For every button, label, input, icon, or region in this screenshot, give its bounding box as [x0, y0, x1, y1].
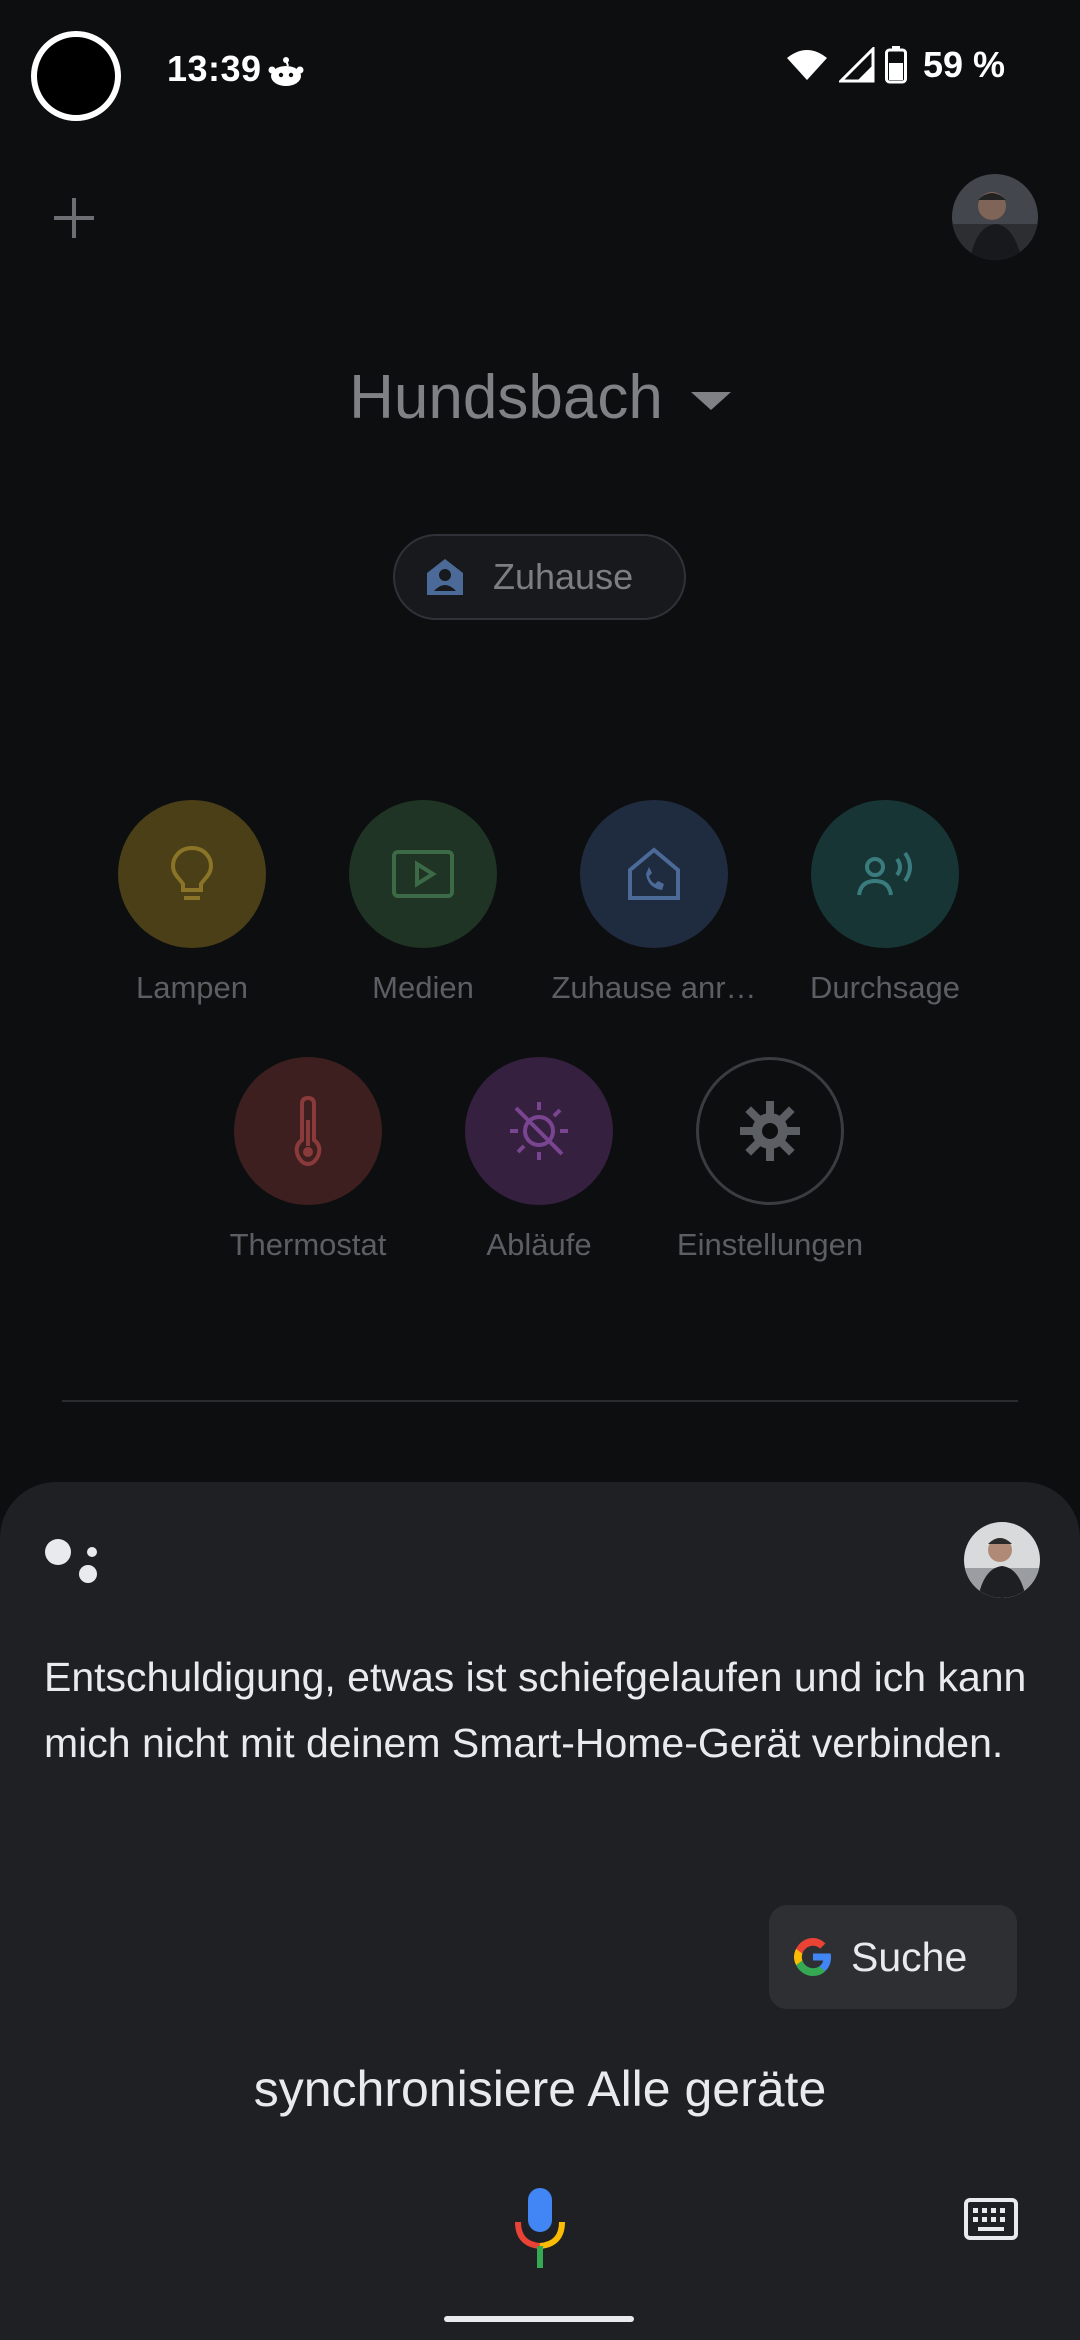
keyboard-icon[interactable] [964, 2198, 1018, 2240]
dropdown-caret-icon [690, 391, 731, 410]
thermometer-icon [294, 1096, 322, 1166]
google-g-icon [794, 1938, 831, 1976]
home-selector[interactable]: Hundsbach [0, 362, 1080, 433]
tile-label: Lampen [135, 970, 249, 1005]
gear-icon [740, 1101, 800, 1161]
tile-lampen[interactable]: Lampen [77, 800, 307, 1006]
lightbulb-icon [170, 845, 214, 900]
tile-circle [465, 1057, 613, 1205]
tile-zuhause-anrufen[interactable]: Zuhause anr… [539, 800, 769, 1006]
home-status-chip[interactable]: Zuhause [393, 534, 686, 620]
tile-label: Durchsage [810, 970, 960, 1005]
account-avatar[interactable] [952, 174, 1038, 260]
tile-circle [118, 800, 266, 948]
tile-einstellungen[interactable]: Einstellungen [655, 1057, 885, 1263]
microphone-icon[interactable] [514, 2186, 566, 2272]
tile-medien[interactable]: Medien [308, 800, 538, 1006]
status-time: 13:39 [167, 48, 262, 89]
battery-icon [884, 46, 907, 84]
reddit-notification-icon [268, 57, 304, 86]
battery-percentage: 59 % [922, 44, 1005, 85]
gesture-home-indicator[interactable] [444, 2316, 634, 2322]
add-icon[interactable] [46, 190, 102, 246]
tile-label: Einstellungen [676, 1227, 864, 1262]
tile-label: Thermostat [229, 1227, 387, 1262]
divider [62, 1400, 1018, 1402]
tile-durchsage[interactable]: Durchsage [770, 800, 1000, 1006]
search-chip-label: Suche [851, 1933, 968, 1980]
google-assistant-icon [45, 1539, 97, 1583]
tile-label: Medien [372, 970, 474, 1005]
home-person-icon [427, 559, 463, 595]
home-status-chip-label: Zuhause [493, 556, 634, 597]
broadcast-icon [857, 851, 912, 896]
tile-circle [349, 800, 497, 948]
assistant-response-text: Entschuldigung, etwas ist schiefgelaufen… [44, 1654, 1027, 1766]
assistant-account-avatar[interactable] [964, 1522, 1040, 1598]
tile-label: Abläufe [486, 1227, 592, 1262]
wifi-icon [786, 50, 827, 80]
status-right-group: 59 % [785, 44, 1005, 86]
tile-ablaeufe[interactable]: Abläufe [424, 1057, 654, 1263]
cellular-signal-icon [838, 47, 875, 83]
tile-thermostat[interactable]: Thermostat [193, 1057, 423, 1263]
routines-icon [510, 1102, 568, 1160]
camera-cutout [31, 31, 121, 121]
media-play-icon [392, 850, 454, 898]
search-chip[interactable]: Suche [769, 1905, 1017, 2009]
status-bar: 13:39 59 % [0, 0, 1080, 140]
tile-circle [234, 1057, 382, 1205]
tile-circle [811, 800, 959, 948]
home-title: Hundsbach [349, 363, 663, 432]
tile-label: Zuhause anr… [551, 970, 757, 1005]
tile-circle [580, 800, 728, 948]
user-query-text: synchronisiere Alle geräte [253, 2061, 827, 2117]
tile-circle [696, 1057, 844, 1205]
call-home-icon [628, 847, 680, 900]
